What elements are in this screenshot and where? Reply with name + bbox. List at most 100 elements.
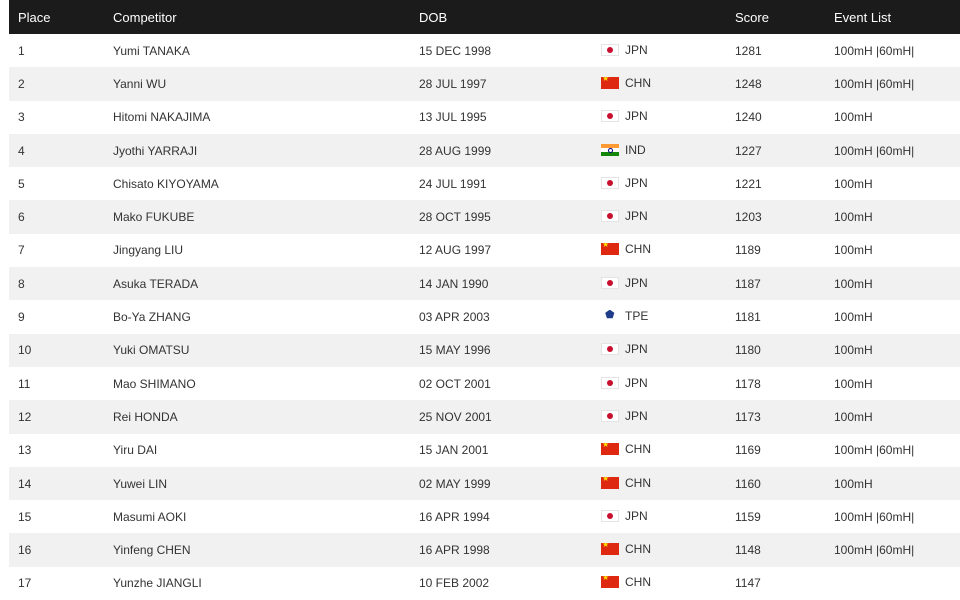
competitor-link[interactable]: Hitomi NAKAJIMA (113, 101, 419, 134)
score-cell: 1240 (735, 110, 762, 125)
competitor-link[interactable]: Yuwei LIN (113, 467, 419, 500)
competitor-link[interactable]: Yanni WU (113, 67, 419, 100)
competitor-link[interactable]: Jyothi YARRAJI (113, 134, 419, 167)
table-row[interactable]: 1 Yumi TANAKA 15 DEC 1998 JPN 1281 100mH |60m… (9, 34, 960, 67)
table-row[interactable]: 17 Yunzhe JIANGLI10 FEB 2002 CHN 1147 (9, 567, 960, 600)
country-cell: JPN (601, 334, 735, 367)
table-row[interactable]: 13 Yiru DAI15 JAN 2001 CHN 1169 100mH |60mH| (9, 434, 960, 467)
place-cell: 8 (18, 276, 25, 291)
competitor-link[interactable]: Masumi AOKI (113, 500, 419, 533)
country-cell: CHN (601, 467, 735, 500)
score-cell: 1203 (735, 210, 762, 225)
country-cell: TPE (601, 300, 735, 333)
col-header-dob[interactable]: DOB (419, 0, 601, 34)
score-cell: 1159 (735, 509, 761, 524)
score-cell: 1148 (735, 543, 761, 558)
table-row[interactable]: 7 Jingyang LIU12 AUG 1997 CHN 1189 100mH (9, 234, 960, 267)
country: CHN (601, 442, 651, 456)
country: JPN (601, 276, 648, 290)
tpe-flag-icon (601, 310, 619, 323)
country-cell: JPN (601, 400, 735, 433)
country-cell: CHN (601, 533, 735, 566)
place-cell: 5 (18, 176, 25, 191)
dob-cell: 16 APR 1998 (419, 543, 490, 558)
jpn-flag-icon (601, 276, 619, 289)
dob-cell: 24 JUL 1991 (419, 176, 487, 191)
table-row[interactable]: 10 Yuki OMATSU 15 MAY 1996 JPN 1180 100mH (9, 333, 960, 367)
place-cell: 17 (18, 576, 32, 591)
dob-cell: 15 MAY 1996 (419, 343, 491, 358)
competitor-link[interactable]: Bo-Ya ZHANG (113, 300, 419, 333)
event-list-cell: 100mH (834, 243, 873, 258)
table-row[interactable]: 8 Asuka TERADA 14 JAN 1990 JPN 1187 100mH (9, 267, 960, 301)
country-cell: CHN (601, 567, 735, 600)
score-cell: 1173 (735, 409, 761, 424)
chn-flag-icon (601, 576, 619, 589)
table-row[interactable]: 4 Jyothi YARRAJI 28 AUG 1999 IND 1227 100mH |… (9, 133, 960, 168)
competitor-link[interactable]: Jingyang LIU (113, 234, 419, 267)
dob-cell: 02 OCT 2001 (419, 376, 491, 391)
competitor-link[interactable]: Yumi TANAKA (113, 34, 419, 67)
table-row[interactable]: 11 Mao SHIMANO 02 OCT 2001 JPN 1178 100mH (9, 367, 960, 400)
competitor-link[interactable]: Yunzhe JIANGLI (113, 567, 419, 600)
score-cell: 1221 (735, 176, 762, 191)
country: JPN (601, 209, 648, 223)
chn-flag-icon (601, 443, 619, 456)
country: JPN (601, 176, 648, 190)
jpn-flag-icon (601, 376, 619, 389)
event-list-cell: 100mH (834, 376, 873, 391)
place-cell: 15 (18, 509, 32, 524)
place-cell: 6 (18, 210, 25, 225)
competitor-link[interactable]: Chisato KIYOYAMA (113, 167, 419, 200)
table-row[interactable]: 3 Hitomi NAKAJIMA 13 JUL 1995 JPN 1240 100mH (9, 101, 960, 134)
ind-flag-icon (601, 143, 619, 156)
event-list-cell: 100mH (834, 343, 873, 358)
score-cell: 1169 (735, 443, 761, 458)
event-list-cell: 100mH (834, 409, 873, 424)
country-code: JPN (625, 375, 648, 390)
jpn-flag-icon (601, 409, 619, 422)
table-row[interactable]: 5 Chisato KIYOYAMA 24 JUL 1991 JPN 1221 100mH (9, 167, 960, 200)
competitor-link[interactable]: Yuki OMATSU (113, 334, 419, 367)
country: JPN (601, 43, 648, 57)
chn-flag-icon (601, 243, 619, 256)
table-row[interactable]: 12 Rei HONDA 25 NOV 2001 JPN 1173 100mH (9, 400, 960, 434)
competitor-link[interactable]: Yinfeng CHEN (113, 533, 419, 566)
country: TPE (601, 309, 648, 323)
country: CHN (601, 76, 651, 90)
table-row[interactable]: 14 Yuwei LIN02 MAY 1999 CHN 1160 100mH (9, 466, 960, 501)
event-list-cell: 100mH |60mH| (834, 76, 915, 91)
table-row[interactable]: 9 Bo-Ya ZHANG03 APR 2003 TPE 1181 100mH (9, 300, 960, 333)
event-list-cell: 100mH (834, 110, 873, 125)
country-cell: JPN (601, 34, 735, 67)
competitor-link[interactable]: Rei HONDA (113, 400, 419, 433)
competitor-link[interactable]: Mako FUKUBE (113, 200, 419, 233)
col-header-events[interactable]: Event List (834, 0, 960, 34)
col-header-competitor[interactable]: Competitor (113, 0, 419, 34)
table-row[interactable]: 2 Yanni WU28 JUL 1997 CHN 1248 100mH |60mH| (9, 67, 960, 101)
table-row[interactable]: 16 Yinfeng CHEN16 APR 1998 CHN 1148 100mH |6… (9, 533, 960, 567)
dob-cell: 28 OCT 1995 (419, 210, 491, 225)
country-code: JPN (625, 209, 648, 224)
table-row[interactable]: 15 Masumi AOKI 16 APR 1994 JPN 1159 100mH |60… (9, 500, 960, 533)
place-cell: 7 (18, 243, 25, 258)
country-code: CHN (625, 542, 651, 557)
dob-cell: 28 JUL 1997 (419, 76, 487, 91)
dob-cell: 14 JAN 1990 (419, 276, 489, 291)
country-code: JPN (625, 42, 648, 57)
table-row[interactable]: 6 Mako FUKUBE 28 OCT 1995 JPN 1203 100mH (9, 200, 960, 234)
competitor-link[interactable]: Yiru DAI (113, 434, 419, 467)
country-cell: JPN (601, 200, 735, 233)
country-code: CHN (625, 575, 651, 590)
place-cell: 11 (18, 376, 31, 391)
dob-cell: 28 AUG 1999 (419, 143, 492, 158)
competitor-link[interactable]: Mao SHIMANO (113, 367, 419, 400)
jpn-flag-icon (601, 176, 619, 189)
competitor-link[interactable]: Asuka TERADA (113, 267, 419, 300)
event-list-cell: 100mH |60mH| (834, 43, 915, 58)
event-list-cell: 100mH |60mH| (834, 443, 915, 458)
event-list-cell: 100mH |60mH| (834, 509, 915, 524)
dob-cell: 12 AUG 1997 (419, 243, 492, 258)
col-header-score[interactable]: Score (735, 0, 834, 34)
col-header-place[interactable]: Place (9, 0, 113, 34)
